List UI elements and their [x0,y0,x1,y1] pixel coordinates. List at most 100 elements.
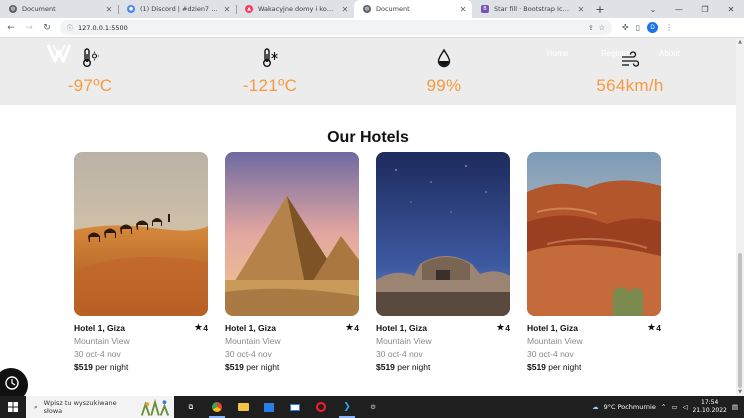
vscode-icon[interactable]: ❯ [334,396,360,418]
reload-icon[interactable]: ↻ [40,21,54,35]
globe-icon: ◍ [9,5,17,13]
tab-3[interactable]: ◍ Document ✕ [354,0,472,18]
store-icon[interactable] [256,396,282,418]
wind-value: 564km/h [596,76,664,95]
card-header: Hotel 1, Giza ★ 4 [225,322,359,333]
close-icon[interactable]: ✕ [341,5,349,14]
restore-button[interactable]: ❐ [692,0,718,18]
chrome-icon[interactable] [204,396,230,418]
date: 21.10.2022 [692,407,727,414]
cold-value: -121ºC [242,76,298,95]
back-icon[interactable]: ← [4,21,18,35]
mail-icon[interactable] [282,396,308,418]
address-bar[interactable]: ⓘ 127.0.0.1:5500 ⇪ ☆ [60,20,612,35]
tab-0[interactable]: ◍ Document ✕ [0,0,118,18]
minimize-button[interactable]: — [666,0,692,18]
toolbar-actions: ✜ ▯ D ⋮ [622,22,673,33]
hotel-photo-desert[interactable] [74,152,208,316]
window-controls: ⌄ — ❐ ✕ [640,0,744,18]
close-icon[interactable]: ✕ [223,5,231,14]
hotel-photo-pyramids[interactable] [225,152,359,316]
nav-home[interactable]: Home [547,49,568,58]
sidebar-icon[interactable]: ▯ [636,23,640,32]
hotel-dates: 30 oct-4 nov [74,349,121,359]
price-amount: $519 [376,362,395,372]
tab-4[interactable]: B Star fill · Bootstrap Icons ✕ [472,0,590,18]
hotel-view: Mountain View [376,336,432,346]
chevron-up-icon[interactable]: ⌃ [661,403,666,411]
tab-title: (1) Discord | #dzien7 | Serwer... [140,5,218,13]
network-icon[interactable]: ▭ [671,403,677,411]
hotel-card[interactable]: Hotel 1, Giza ★ 4 Mountain View 30 oct-4… [376,152,510,372]
droplet-icon [437,48,451,68]
price-unit: per night [394,362,431,372]
section-heading: Our Hotels [327,129,409,146]
profile-avatar[interactable]: D [647,22,659,33]
hotel-dates: 30 oct-4 nov [225,349,272,359]
extensions-icon[interactable]: ✜ [622,23,629,32]
history-button[interactable] [0,368,28,396]
tab-2[interactable]: ▲ Wakacyjne domy i kondomini... ✕ [236,0,354,18]
weather-temperature: -97ºC [30,48,150,96]
hotel-name: Hotel 1, Giza [376,322,428,333]
file-explorer-icon[interactable] [230,396,256,418]
humidity-value: 99% [426,76,462,95]
scroll-up-icon[interactable]: ▲ [736,38,744,46]
new-tab-button[interactable]: + [592,0,608,18]
tab-title: Document [376,5,410,13]
tab-title: Document [22,5,56,13]
close-window-button[interactable]: ✕ [718,0,744,18]
tab-search-button[interactable]: ⌄ [640,0,666,18]
info-icon[interactable]: ⓘ [67,23,73,32]
bootstrap-icon: B [481,5,489,13]
price-unit: per night [243,362,280,372]
hotel-card[interactable]: Hotel 1, Giza ★ 4 Mountain View 30 oct-4… [74,152,208,372]
app-icon[interactable]: ⚙ [360,396,386,418]
card-header: Hotel 1, Giza ★ 4 [74,322,208,333]
price-amount: $519 [225,362,244,372]
close-icon[interactable]: ✕ [459,5,467,14]
price-amount: $519 [527,362,546,372]
star-fill-icon: ★ [345,322,354,332]
star-fill-icon: ★ [647,322,656,332]
star-fill-icon: ★ [496,322,505,332]
temperature-value: -97ºC [67,76,113,95]
url-text[interactable]: 127.0.0.1:5500 [78,24,128,32]
task-view-icon[interactable]: ⧉ [178,396,204,418]
rating-value: 4 [354,322,359,333]
screen: ◍ Document ✕ ● (1) Discord | #dzien7 | S… [0,0,744,418]
hotel-card[interactable]: Hotel 1, Giza ★ 4 Mountain View 30 oct-4… [527,152,661,372]
weather-text[interactable]: 9°C Pochmurnie [604,403,656,411]
hotel-card[interactable]: Hotel 1, Giza ★ 4 Mountain View 30 oct-4… [225,152,359,372]
start-button[interactable] [0,396,26,418]
share-icon[interactable]: ⇪ [588,24,594,32]
bookmark-star-icon[interactable]: ☆ [599,24,605,32]
clock[interactable]: 17:54 21.10.2022 [692,399,726,415]
forward-icon[interactable]: → [22,21,36,35]
opera-icon[interactable] [308,396,334,418]
close-icon[interactable]: ✕ [105,5,113,14]
volume-icon[interactable]: ◁ [682,403,687,411]
weather-humidity: 99% [384,48,504,96]
hotel-photo-night-ruins[interactable] [376,152,510,316]
tab-1[interactable]: ● (1) Discord | #dzien7 | Serwer... ✕ [118,0,236,18]
scroll-down-icon[interactable]: ▼ [736,388,744,396]
card-header: Hotel 1, Giza ★ 4 [527,322,661,333]
hotel-dates: 30 oct-4 nov [376,349,423,359]
notification-icon[interactable]: ▤ [732,403,738,411]
hotel-view: Mountain View [225,336,281,346]
rating-value: 4 [203,322,208,333]
taskbar-search[interactable]: ⌕ Wpisz tu wyszukiwane słowa [26,396,174,418]
taskbar-apps: ⧉ ❯ ⚙ [178,396,386,418]
hotel-photo-red-rocks[interactable] [527,152,661,316]
close-icon[interactable]: ✕ [577,5,585,14]
rating-value: 4 [505,322,510,333]
hotel-price: $519 per night [225,362,359,372]
page-scrollbar[interactable]: ▲ ▼ [736,38,744,396]
time: 17:54 [701,399,719,406]
price-unit: per night [545,362,582,372]
globe-icon: ◍ [363,5,371,13]
browser-toolbar: ← → ↻ ⓘ 127.0.0.1:5500 ⇪ ☆ ✜ ▯ D ⋮ [0,18,744,38]
scroll-thumb[interactable] [738,253,742,388]
menu-icon[interactable]: ⋮ [665,23,673,32]
